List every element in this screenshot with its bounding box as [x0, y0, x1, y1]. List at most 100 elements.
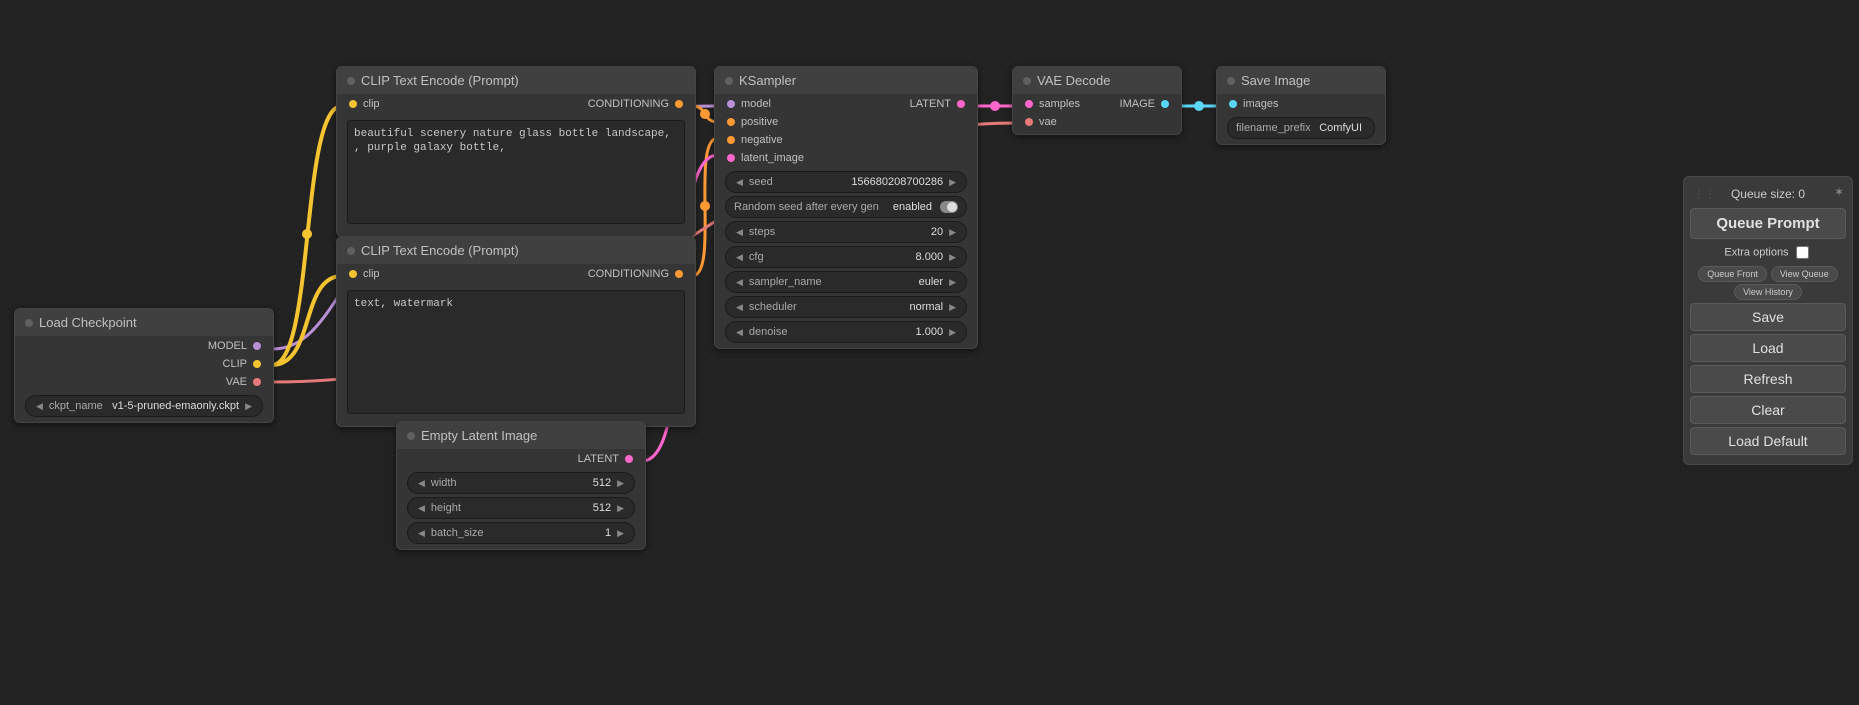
load-button[interactable]: Load — [1690, 334, 1846, 362]
input-latent-image[interactable]: latent_image — [727, 152, 804, 164]
port-dot[interactable] — [253, 360, 261, 368]
output-vae[interactable]: VAE — [226, 376, 261, 388]
view-queue-button[interactable]: View Queue — [1771, 266, 1838, 282]
chevron-right-icon[interactable]: ▶ — [947, 327, 958, 338]
output-conditioning[interactable]: CONDITIONING — [588, 268, 683, 280]
node-vae-decode[interactable]: VAE Decode samples IMAGE vae — [1012, 66, 1182, 135]
input-negative[interactable]: negative — [727, 134, 783, 146]
chevron-left-icon[interactable]: ◀ — [734, 327, 745, 338]
node-title[interactable]: CLIP Text Encode (Prompt) — [337, 67, 695, 94]
input-clip[interactable]: clip — [349, 98, 380, 110]
chevron-left-icon[interactable]: ◀ — [734, 277, 745, 288]
widget-steps[interactable]: ◀ steps 20 ▶ — [725, 221, 967, 243]
input-model[interactable]: model — [727, 98, 771, 110]
chevron-right-icon[interactable]: ▶ — [615, 528, 626, 539]
load-default-button[interactable]: Load Default — [1690, 427, 1846, 455]
chevron-left-icon[interactable]: ◀ — [734, 252, 745, 263]
widget-filename-prefix[interactable]: filename_prefix ComfyUI — [1227, 117, 1375, 139]
input-samples[interactable]: samples — [1025, 98, 1080, 110]
chevron-right-icon[interactable]: ▶ — [947, 277, 958, 288]
input-positive[interactable]: positive — [727, 116, 778, 128]
widget-ckpt-name[interactable]: ◀ ckpt_name v1-5-pruned-emaonly.ckpt ▶ — [25, 395, 263, 417]
node-title[interactable]: KSampler — [715, 67, 977, 94]
chevron-right-icon[interactable]: ▶ — [947, 302, 958, 313]
node-title[interactable]: Load Checkpoint — [15, 309, 273, 336]
save-button[interactable]: Save — [1690, 303, 1846, 331]
port-dot[interactable] — [727, 136, 735, 144]
output-image[interactable]: IMAGE — [1120, 98, 1169, 110]
port-dot[interactable] — [727, 154, 735, 162]
node-empty-latent[interactable]: Empty Latent Image LATENT ◀ width 512 ▶ … — [396, 421, 646, 550]
extra-options-checkbox[interactable] — [1796, 246, 1809, 259]
chevron-left-icon[interactable]: ◀ — [734, 227, 745, 238]
chevron-left-icon[interactable]: ◀ — [416, 528, 427, 539]
chevron-left-icon[interactable]: ◀ — [734, 302, 745, 313]
extra-options[interactable]: Extra options — [1690, 243, 1846, 262]
chevron-right-icon[interactable]: ▶ — [615, 478, 626, 489]
node-title[interactable]: Save Image — [1217, 67, 1385, 94]
output-conditioning[interactable]: CONDITIONING — [588, 98, 683, 110]
chevron-left-icon[interactable]: ◀ — [34, 401, 45, 412]
node-save-image[interactable]: Save Image images filename_prefix ComfyU… — [1216, 66, 1386, 145]
port-dot[interactable] — [675, 100, 683, 108]
port-dot[interactable] — [349, 270, 357, 278]
queue-front-button[interactable]: Queue Front — [1698, 266, 1767, 282]
port-dot[interactable] — [727, 100, 735, 108]
chevron-right-icon[interactable]: ▶ — [243, 401, 254, 412]
node-clip-text-encode-negative[interactable]: CLIP Text Encode (Prompt) clip CONDITION… — [336, 236, 696, 427]
node-title[interactable]: VAE Decode — [1013, 67, 1181, 94]
output-clip[interactable]: CLIP — [223, 358, 261, 370]
node-load-checkpoint[interactable]: Load Checkpoint MODEL CLIP VAE ◀ ckpt_na… — [14, 308, 274, 423]
node-title[interactable]: Empty Latent Image — [397, 422, 645, 449]
control-panel[interactable]: ⋮⋮ Queue size: 0 ✶ Queue Prompt Extra op… — [1683, 176, 1853, 465]
collapse-icon[interactable] — [407, 432, 415, 440]
toggle-icon[interactable] — [940, 201, 958, 213]
port-dot[interactable] — [253, 378, 261, 386]
port-dot[interactable] — [1025, 118, 1033, 126]
collapse-icon[interactable] — [347, 247, 355, 255]
chevron-left-icon[interactable]: ◀ — [416, 503, 427, 514]
view-history-button[interactable]: View History — [1734, 284, 1802, 300]
node-ksampler[interactable]: KSampler model LATENT positive negative — [714, 66, 978, 349]
widget-sampler-name[interactable]: ◀ sampler_name euler ▶ — [725, 271, 967, 293]
widget-denoise[interactable]: ◀ denoise 1.000 ▶ — [725, 321, 967, 343]
queue-prompt-button[interactable]: Queue Prompt — [1690, 208, 1846, 239]
widget-scheduler[interactable]: ◀ scheduler normal ▶ — [725, 296, 967, 318]
chevron-left-icon[interactable]: ◀ — [734, 177, 745, 188]
collapse-icon[interactable] — [25, 319, 33, 327]
chevron-right-icon[interactable]: ▶ — [947, 227, 958, 238]
collapse-icon[interactable] — [1227, 77, 1235, 85]
chevron-right-icon[interactable]: ▶ — [947, 252, 958, 263]
input-clip[interactable]: clip — [349, 268, 380, 280]
widget-width[interactable]: ◀ width 512 ▶ — [407, 472, 635, 494]
port-dot[interactable] — [625, 455, 633, 463]
chevron-right-icon[interactable]: ▶ — [615, 503, 626, 514]
node-title[interactable]: CLIP Text Encode (Prompt) — [337, 237, 695, 264]
clear-button[interactable]: Clear — [1690, 396, 1846, 424]
output-model[interactable]: MODEL — [208, 340, 261, 352]
gear-icon[interactable]: ✶ — [1834, 185, 1844, 199]
input-vae[interactable]: vae — [1025, 116, 1057, 128]
port-dot[interactable] — [675, 270, 683, 278]
widget-seed[interactable]: ◀ seed 156680208700286 ▶ — [725, 171, 967, 193]
widget-cfg[interactable]: ◀ cfg 8.000 ▶ — [725, 246, 967, 268]
port-dot[interactable] — [1025, 100, 1033, 108]
output-latent[interactable]: LATENT — [910, 98, 965, 110]
widget-randomize[interactable]: Random seed after every gen enabled — [725, 196, 967, 218]
widget-batch-size[interactable]: ◀ batch_size 1 ▶ — [407, 522, 635, 544]
drag-handle-icon[interactable]: ⋮⋮ — [1694, 189, 1704, 199]
panel-header[interactable]: ⋮⋮ Queue size: 0 ✶ — [1690, 183, 1846, 205]
input-images[interactable]: images — [1229, 98, 1278, 110]
prompt-textarea[interactable]: beautiful scenery nature glass bottle la… — [347, 120, 685, 224]
widget-height[interactable]: ◀ height 512 ▶ — [407, 497, 635, 519]
prompt-textarea[interactable]: text, watermark — [347, 290, 685, 414]
refresh-button[interactable]: Refresh — [1690, 365, 1846, 393]
port-dot[interactable] — [1161, 100, 1169, 108]
port-dot[interactable] — [253, 342, 261, 350]
chevron-left-icon[interactable]: ◀ — [416, 478, 427, 489]
output-latent[interactable]: LATENT — [578, 453, 633, 465]
chevron-right-icon[interactable]: ▶ — [947, 177, 958, 188]
collapse-icon[interactable] — [1023, 77, 1031, 85]
port-dot[interactable] — [957, 100, 965, 108]
collapse-icon[interactable] — [347, 77, 355, 85]
